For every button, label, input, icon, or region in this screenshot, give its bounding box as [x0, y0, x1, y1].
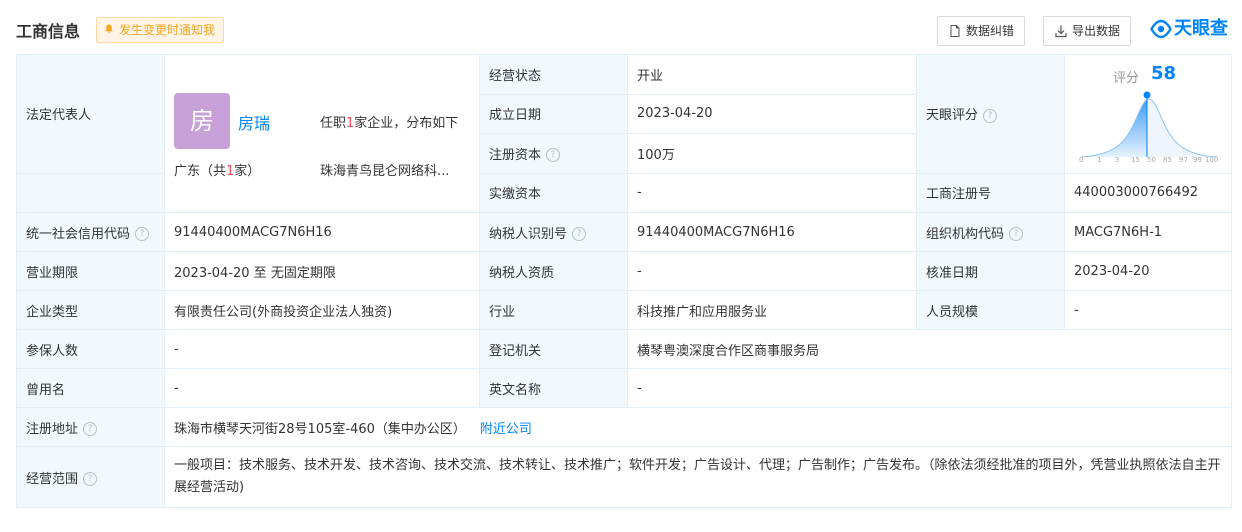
tick-label: 3 — [1115, 156, 1120, 165]
score-marker — [1143, 91, 1151, 99]
section-title: 工商信息 — [16, 22, 81, 41]
taxpayer-id-value: 91440400MACG7N6H16 — [627, 212, 917, 252]
region-prefix: 广东（共 — [174, 164, 227, 179]
scope-label: 经营范围 — [26, 471, 79, 487]
paid-capital-label: 实缴资本 — [479, 172, 628, 214]
position-prefix: 任职 — [320, 116, 347, 131]
reg-number-value: 440003000766492 — [1064, 172, 1232, 214]
address-label-cell: 注册地址? — [16, 407, 165, 447]
former-name-value: - — [164, 368, 480, 408]
score-distribution-chart — [1080, 91, 1218, 158]
industry-value: 科技推广和应用服务业 — [627, 290, 917, 330]
paid-capital-value: - — [627, 172, 917, 214]
data-correction-label: 数据纠错 — [966, 24, 1015, 38]
address-value-cell: 珠海市横琴天河街28号105室-460（集中办公区） 附近公司 — [164, 407, 1232, 447]
taxpayer-qual-label: 纳税人资质 — [479, 251, 628, 291]
tianyancha-logo: 天眼查 — [1150, 16, 1228, 42]
taxpayer-qual-value: - — [627, 251, 917, 291]
tick-label: 100 — [1205, 156, 1219, 165]
registered-capital-value: 100万 — [627, 133, 917, 174]
former-name-label: 曾用名 — [16, 368, 165, 408]
help-icon[interactable]: ? — [1009, 227, 1024, 241]
tick-label: 97 — [1179, 156, 1188, 165]
established-value: 2023-04-20 — [627, 93, 917, 135]
legal-rep-company-link[interactable]: 珠海青鸟昆仑网络科... — [320, 160, 449, 179]
established-label: 成立日期 — [479, 93, 628, 135]
tick-label: 50 — [1147, 156, 1156, 165]
notify-change-button[interactable]: 发生变更时通知我 — [96, 17, 225, 43]
address-value: 珠海市横琴天河街28号105室-460（集中办公区） — [174, 421, 466, 437]
insured-value: - — [164, 329, 480, 369]
avatar-char: 房 — [174, 93, 230, 149]
rating-label: 天眼评分 — [926, 108, 979, 124]
credit-code-label-cell: 统一社会信用代码? — [16, 212, 165, 252]
org-code-value: MACG7N6H-1 — [1064, 212, 1232, 252]
industry-label: 行业 — [479, 290, 628, 330]
business-status-value: 开业 — [627, 54, 917, 95]
notify-label: 发生变更时通知我 — [119, 23, 216, 37]
org-code-label-cell: 组织机构代码? — [916, 212, 1065, 252]
bell-icon — [105, 24, 113, 34]
position-suffix: 家企业，分布如下 — [354, 116, 459, 131]
tick-label: 0 — [1079, 156, 1084, 165]
tick-label: 85 — [1163, 156, 1172, 165]
credit-code-label: 统一社会信用代码 — [26, 226, 131, 242]
scope-value: 一般项目：技术服务、技术开发、技术咨询、技术交流、技术转让、技术推广；软件开发；… — [164, 446, 1232, 508]
score-value: 58 — [1151, 63, 1177, 85]
export-data-label: 导出数据 — [1072, 24, 1121, 38]
staff-size-value: - — [1064, 290, 1232, 330]
help-icon[interactable]: ? — [572, 227, 587, 241]
term-label: 营业期限 — [16, 251, 165, 291]
tick-label: 1 — [1097, 156, 1102, 165]
reg-authority-value: 横琴粤澳深度合作区商事服务局 — [627, 329, 1232, 369]
logo-text: 天眼查 — [1174, 18, 1228, 39]
legal-rep-position: 任职1家企业，分布如下 — [320, 112, 458, 131]
nearby-companies-link[interactable]: 附近公司 — [480, 422, 532, 437]
legal-rep-region: 广东（共1家） — [174, 160, 260, 179]
approval-date-label: 核准日期 — [916, 251, 1065, 291]
section-header: 工商信息 发生变更时通知我 数据纠错 导出数据 天眼查 — [0, 0, 1242, 54]
legal-rep-label-extension — [16, 172, 165, 214]
term-value: 2023-04-20 至 无固定期限 — [164, 251, 480, 291]
reg-number-label: 工商注册号 — [916, 172, 1065, 214]
credit-code-value: 91440400MACG7N6H16 — [164, 212, 480, 252]
scope-label-cell: 经营范围? — [16, 446, 165, 508]
tick-label: 15 — [1131, 156, 1140, 165]
org-code-label: 组织机构代码 — [926, 226, 1005, 242]
insured-label: 参保人数 — [16, 329, 165, 369]
score-label: 评分 — [1113, 71, 1140, 87]
document-icon — [950, 25, 960, 37]
taxpayer-id-label-cell: 纳税人识别号? — [479, 212, 628, 252]
eye-logo-icon — [1150, 19, 1172, 39]
registered-capital-label: 注册资本 — [489, 147, 542, 163]
english-name-value: - — [627, 368, 1232, 408]
business-info-table: 法定代表人 房 房瑞 任职1家企业，分布如下 广东（共1家） 珠海青鸟昆仑网络科… — [16, 54, 1232, 508]
company-type-label: 企业类型 — [16, 290, 165, 330]
reg-authority-label: 登记机关 — [479, 329, 628, 369]
english-name-label: 英文名称 — [479, 368, 628, 408]
region-suffix: 家） — [234, 164, 261, 179]
address-label: 注册地址 — [26, 421, 79, 437]
business-status-label: 经营状态 — [479, 54, 628, 95]
help-icon[interactable]: ? — [83, 472, 98, 486]
staff-size-label: 人员规模 — [916, 290, 1065, 330]
export-data-button[interactable]: 导出数据 — [1043, 16, 1132, 46]
company-type-value: 有限责任公司(外商投资企业法人独资) — [164, 290, 480, 330]
tick-label: 99 — [1193, 156, 1202, 165]
download-icon — [1055, 25, 1067, 38]
legal-rep-label: 法定代表人 — [16, 54, 165, 174]
legal-rep-name-link[interactable]: 房瑞 — [238, 110, 270, 134]
taxpayer-id-label: 纳税人识别号 — [489, 226, 568, 242]
legal-rep-avatar: 房 — [174, 93, 230, 149]
legal-rep-cell: 房 房瑞 任职1家企业，分布如下 广东（共1家） 珠海青鸟昆仑网络科... — [164, 54, 480, 213]
registered-capital-label-cell: 注册资本? — [479, 133, 628, 174]
rating-chart-cell: 评分 58 0 1 3 15 50 85 97 99 100 — [1064, 54, 1232, 174]
help-icon[interactable]: ? — [83, 422, 98, 436]
data-correction-button[interactable]: 数据纠错 — [937, 16, 1026, 46]
approval-date-value: 2023-04-20 — [1064, 251, 1232, 291]
help-icon[interactable]: ? — [135, 227, 150, 241]
help-icon[interactable]: ? — [983, 108, 998, 123]
help-icon[interactable]: ? — [546, 148, 561, 163]
rating-label-cell: 天眼评分? — [916, 54, 1065, 174]
